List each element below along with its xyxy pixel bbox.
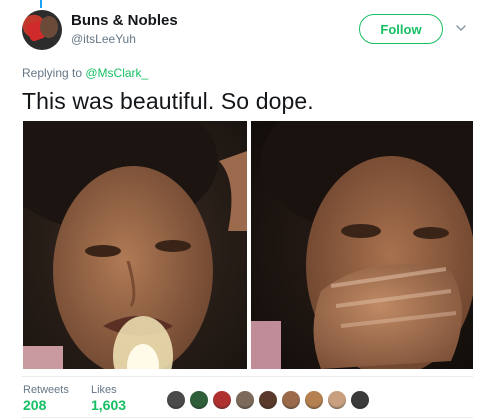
- tweet-text: This was beautiful. So dope.: [22, 88, 314, 114]
- liker-avatar-9[interactable]: [350, 390, 370, 410]
- stats-top-divider: [22, 376, 473, 377]
- likes-label[interactable]: Likes: [91, 384, 117, 396]
- liker-avatar-2[interactable]: [189, 390, 209, 410]
- thread-connector-line: [40, 0, 42, 8]
- liker-avatar-1[interactable]: [166, 390, 186, 410]
- liker-avatar-3[interactable]: [212, 390, 232, 410]
- liker-avatar-7[interactable]: [304, 390, 324, 410]
- liker-avatar-4[interactable]: [235, 390, 255, 410]
- avatar-face-shape: [40, 16, 58, 38]
- liker-avatar-6[interactable]: [281, 390, 301, 410]
- likers-avatar-row: [166, 390, 370, 410]
- follow-button[interactable]: Follow: [359, 14, 443, 44]
- tweet-photo-left[interactable]: [23, 121, 247, 369]
- stats-bottom-divider: [22, 417, 473, 418]
- chevron-down-icon[interactable]: [455, 22, 467, 34]
- liker-avatar-8[interactable]: [327, 390, 347, 410]
- liker-avatar-5[interactable]: [258, 390, 278, 410]
- likes-count[interactable]: 1,603: [91, 397, 126, 413]
- retweets-label[interactable]: Retweets: [23, 384, 69, 396]
- replying-to-line: Replying to @MsClark_: [22, 66, 148, 80]
- author-avatar[interactable]: [22, 10, 62, 50]
- replying-to-prefix: Replying to: [22, 66, 86, 80]
- author-handle[interactable]: @itsLeeYuh: [71, 32, 136, 46]
- retweets-count[interactable]: 208: [23, 397, 46, 413]
- replying-to-mention-link[interactable]: @MsClark_: [85, 66, 148, 80]
- author-display-name[interactable]: Buns & Nobles: [71, 12, 178, 29]
- tweet-photo-right[interactable]: [251, 121, 473, 369]
